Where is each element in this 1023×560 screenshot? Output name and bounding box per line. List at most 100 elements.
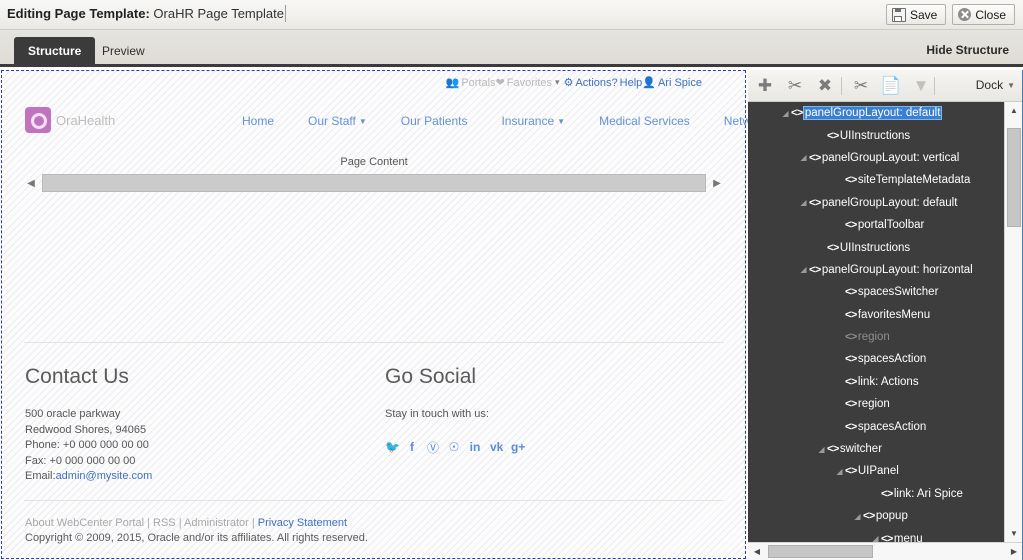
chevron-expanded-icon[interactable]: ◢: [780, 109, 791, 118]
chevron-expanded-icon[interactable]: ◢: [816, 445, 827, 454]
googleplus-icon[interactable]: g+: [511, 440, 525, 454]
tree-row-label: spacesSwitcher: [857, 286, 939, 299]
toolbar-separator-1: [841, 77, 842, 95]
actions-link[interactable]: ⚙ Actions: [564, 76, 612, 90]
tree-row[interactable]: ◢ <> popup: [748, 505, 1004, 527]
scroll-right-button[interactable]: ▶: [1005, 543, 1023, 560]
privacy-statement-link[interactable]: Privacy Statement: [258, 517, 347, 529]
tree-row[interactable]: <> region: [748, 326, 1004, 348]
facebook-icon[interactable]: f: [406, 440, 418, 454]
tree-row[interactable]: <> UIInstructions: [748, 124, 1004, 146]
dock-menu[interactable]: Dock ▼: [976, 78, 1015, 92]
close-button[interactable]: Close: [952, 4, 1015, 25]
tree-row[interactable]: ◢ <> panelGroupLayout: default: [748, 102, 1004, 124]
add-button[interactable]: ✚: [750, 70, 780, 101]
tree-row[interactable]: ◢ <> switcher: [748, 438, 1004, 460]
tree-row[interactable]: <> spacesAction: [748, 415, 1004, 437]
close-button-label: Close: [975, 7, 1006, 22]
go-social-subtitle: Stay in touch with us:: [385, 408, 489, 420]
favorites-link[interactable]: ❤ Favorites: [495, 76, 552, 90]
tree-row[interactable]: <> region: [748, 393, 1004, 415]
tree-row[interactable]: <> siteTemplateMetadata: [748, 169, 1004, 191]
scroll-up-button[interactable]: ▲: [1005, 102, 1023, 119]
contact-phone: Phone: +0 000 000 00 00: [25, 439, 149, 451]
tree-row[interactable]: ◢ <> menu: [748, 527, 1004, 542]
linkedin-icon[interactable]: in: [469, 440, 481, 454]
tree-row[interactable]: <> spacesSwitcher: [748, 281, 1004, 303]
tree-row[interactable]: ◢ <> panelGroupLayout: vertical: [748, 147, 1004, 169]
contact-email-link[interactable]: admin@mysite.com: [56, 470, 153, 482]
tree-vertical-scrollbar[interactable]: ▲ ▼: [1004, 102, 1023, 542]
nav-item-medical-services-label: Medical Services: [599, 114, 690, 128]
heart-icon: ❤: [495, 77, 505, 89]
scroll-down-button[interactable]: ▼: [1005, 525, 1023, 542]
chevron-expanded-icon[interactable]: ◢: [798, 198, 809, 207]
scroll-right-arrow-icon[interactable]: ▶: [710, 178, 724, 189]
tree-row-label: link: Ari Spice: [893, 487, 963, 500]
tree-row[interactable]: <> link: Actions: [748, 371, 1004, 393]
administrator-link[interactable]: Administrator: [184, 517, 249, 529]
tree-horizontal-scrollbar[interactable]: ◀ ▶: [748, 542, 1023, 560]
tree-row[interactable]: ◢ <> panelGroupLayout: horizontal: [748, 259, 1004, 281]
tab-structure[interactable]: Structure: [14, 37, 96, 67]
tree-row[interactable]: <> spacesAction: [748, 348, 1004, 370]
scroll-left-button[interactable]: ◀: [748, 543, 766, 560]
code-tag-icon: <>: [845, 465, 857, 478]
code-tag-icon: <>: [845, 308, 857, 321]
nav-item-networking[interactable]: Networking: [707, 114, 748, 128]
tree-row[interactable]: ◢ <> UIPanel: [748, 460, 1004, 482]
tree-row[interactable]: <> link: Ari Spice: [748, 483, 1004, 505]
contact-fax: Fax: +0 000 000 00 00: [25, 454, 136, 467]
tree-row[interactable]: <> favoritesMenu: [748, 304, 1004, 326]
user-menu[interactable]: 👤 Ari Spice: [642, 76, 702, 90]
chevron-expanded-icon[interactable]: ◢: [870, 534, 881, 542]
chevron-expanded-icon[interactable]: ◢: [852, 512, 863, 521]
pinterest-icon[interactable]: Ⓥ: [427, 439, 439, 456]
horizontal-scrollbar-thumb[interactable]: [768, 545, 873, 558]
vk-icon[interactable]: vk: [490, 440, 503, 454]
portals-label: Portals: [461, 76, 496, 89]
tree-row[interactable]: <> portalToolbar: [748, 214, 1004, 236]
tab-preview[interactable]: Preview: [88, 37, 159, 67]
code-tag-icon: <>: [845, 286, 857, 299]
vertical-scrollbar-thumb[interactable]: [1007, 128, 1021, 227]
nav-item-our-staff[interactable]: Our Staff ▼: [291, 114, 384, 128]
scroll-left-arrow-icon[interactable]: ◀: [24, 178, 38, 189]
code-tag-icon: <>: [881, 532, 893, 542]
code-tag-icon: <>: [845, 398, 857, 411]
copyright-text: Copyright © 2009, 2015, Oracle and/or it…: [25, 532, 368, 544]
footer-columns: Contact Us 500 oracle parkway Redwood Sh…: [0, 365, 748, 505]
tree-row-label: portalToolbar: [857, 219, 925, 232]
chevron-expanded-icon[interactable]: ◢: [798, 153, 809, 162]
about-webcenter-link[interactable]: About WebCenter Portal: [25, 517, 144, 529]
edit-button[interactable]: ✂: [780, 70, 810, 101]
nav-item-our-patients-label: Our Patients: [400, 114, 468, 128]
save-button[interactable]: Save: [885, 4, 947, 25]
tree-row[interactable]: <> UIInstructions: [748, 236, 1004, 258]
nav-item-medical-services[interactable]: Medical Services: [582, 114, 707, 128]
nav-item-our-patients[interactable]: Our Patients: [384, 114, 485, 128]
rss-link[interactable]: RSS: [153, 517, 176, 529]
hide-structure-link[interactable]: Hide Structure: [926, 43, 1009, 57]
dock-label: Dock: [975, 78, 1004, 92]
nav-item-home[interactable]: Home: [225, 114, 291, 128]
cut-button[interactable]: ✂: [846, 70, 876, 101]
tree-row[interactable]: ◢ <> panelGroupLayout: default: [748, 192, 1004, 214]
component-tree[interactable]: ◢ <> panelGroupLayout: default <> UIInstruct…: [748, 102, 1004, 542]
code-tag-icon: <>: [845, 375, 857, 388]
portals-link[interactable]: 👥 Portals: [446, 76, 496, 90]
save-button-label: Save: [909, 7, 938, 22]
chevron-expanded-icon[interactable]: ◢: [834, 467, 845, 476]
delete-button[interactable]: ✖: [810, 70, 840, 101]
help-link[interactable]: ? Help: [612, 77, 643, 89]
nav-item-insurance[interactable]: Insurance ▼: [484, 114, 582, 128]
code-tag-icon: <>: [845, 331, 857, 344]
twitter-icon[interactable]: 🐦: [385, 440, 400, 454]
github-icon[interactable]: ☉: [448, 440, 460, 454]
tree-row-label: region: [857, 398, 890, 411]
chevron-down-icon[interactable]: ▾: [555, 77, 560, 88]
chevron-expanded-icon[interactable]: ◢: [798, 265, 809, 274]
page-content-placeholder-bar[interactable]: [42, 174, 706, 192]
tree-row-label: panelGroupLayout: default: [821, 196, 958, 209]
chevron-down-icon: ▼: [557, 117, 566, 126]
